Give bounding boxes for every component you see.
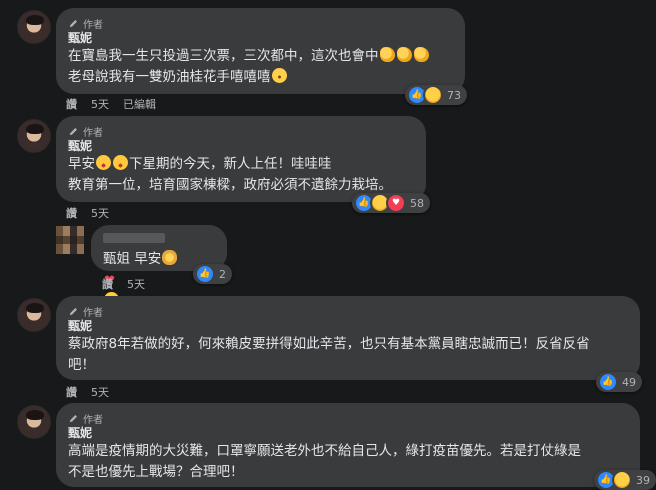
reaction-count: 73 (447, 88, 461, 102)
comment-line: 下星期的今天，新人上任！哇哇哇 (129, 156, 332, 172)
clapping-hands-icon (413, 47, 429, 62)
reaction-summary[interactable]: 👍 49 (596, 372, 642, 392)
commenter-name[interactable]: 甄妮 (68, 138, 414, 154)
like-button[interactable]: 讚 (102, 276, 113, 292)
teary-face-icon (271, 68, 287, 83)
reaction-count: 39 (636, 473, 650, 487)
reaction-summary[interactable]: 👍 2 (193, 264, 232, 284)
comment-bubble: 作者 甄妮 在寶島我一生只投過三次票，三次都中，這次也會中 老母說我有一雙奶油桂… (56, 8, 465, 94)
avatar[interactable] (17, 298, 51, 332)
ok-hand-icon (162, 250, 178, 265)
reaction-summary[interactable]: 👍 ♥ 58 (352, 193, 430, 213)
pencil-icon (69, 414, 77, 422)
comment-actions: 讚 5天 (102, 276, 145, 292)
comment-line: 高端是疫情期的大災難，口罩寧願送老外也不給自己人，綠打疫苗優先。若是打仗綠是 (68, 443, 581, 459)
like-button[interactable]: 讚 (66, 384, 77, 400)
comment-line: 甄姐 早安 (103, 251, 162, 267)
comment-bubble: 作者 甄妮 蔡政府8年若做的好，何來賴皮要拼得如此辛苦，也只有基本黨員瞎忠誠而已… (56, 296, 640, 380)
clapping-hands-icon (379, 47, 395, 62)
reaction-count: 2 (219, 267, 226, 281)
author-badge: 作者 (68, 411, 628, 426)
comment-text: 高端是疫情期的大災難，口罩寧願送老外也不給自己人，綠打疫苗優先。若是打仗綠是 不… (68, 441, 628, 483)
reaction-summary[interactable]: 👍 73 (405, 85, 467, 105)
author-badge-label: 作者 (83, 307, 103, 319)
author-badge-label: 作者 (83, 414, 103, 426)
heart-icon: ♥ (386, 193, 406, 213)
timestamp[interactable]: 5天 (91, 384, 109, 400)
timestamp[interactable]: 5天 (91, 96, 109, 112)
pencil-icon (69, 127, 77, 135)
thumbs-up-icon: 👍 (195, 264, 215, 284)
comment-actions: 讚 5天 已編輯 (66, 96, 156, 112)
avatar[interactable] (17, 10, 51, 44)
avatar[interactable] (17, 119, 51, 153)
comment-line: 吧！ (68, 357, 95, 373)
comment-line: 早安 (68, 156, 95, 172)
pencil-icon (69, 307, 77, 315)
care-face-icon (612, 470, 632, 490)
comment-line: 老母說我有一雙奶油桂花手嘻嘻嘻 (68, 69, 271, 85)
comment-bubble: 作者 甄妮 早安 下星期的今天，新人上任！哇哇哇 教育第一位，培育國家棟樑，政府必… (56, 116, 426, 202)
edited-label: 已編輯 (123, 98, 156, 111)
pencil-icon (69, 19, 77, 27)
smiling-face-hearts-icon (96, 155, 111, 170)
reaction-summary[interactable]: 👍 39 (594, 470, 656, 490)
author-badge: 作者 (68, 304, 628, 319)
comment-text: 在寶島我一生只投過三次票，三次都中，這次也會中 老母說我有一雙奶油桂花手嘻嘻嘻 (68, 46, 453, 88)
comment-line: 不是也優先上戰場？合理吧！ (68, 464, 244, 480)
author-badge-label: 作者 (83, 127, 103, 139)
comment-line: 蔡政府8年若做的好，何來賴皮要拼得如此辛苦，也只有基本黨員瞎忠誠而已！反省反省 (68, 336, 590, 352)
comment-text: 蔡政府8年若做的好，何來賴皮要拼得如此辛苦，也只有基本黨員瞎忠誠而已！反省反省 … (68, 334, 628, 376)
author-badge-label: 作者 (83, 19, 103, 31)
comment-actions: 讚 5天 (66, 205, 109, 221)
commenter-name-blurred[interactable] (103, 233, 165, 243)
timestamp[interactable]: 5天 (127, 276, 145, 292)
care-face-icon (423, 85, 443, 105)
like-button[interactable]: 讚 (66, 205, 77, 221)
like-button[interactable]: 讚 (66, 96, 77, 112)
commenter-name[interactable]: 甄妮 (68, 30, 453, 46)
author-badge: 作者 (68, 124, 414, 139)
commenter-name[interactable]: 甄妮 (68, 425, 628, 441)
commenter-name[interactable]: 甄妮 (68, 318, 628, 334)
comment-actions: 讚 5天 (66, 384, 109, 400)
avatar[interactable] (56, 226, 84, 254)
reaction-count: 49 (622, 375, 636, 389)
smiling-face-hearts-icon (113, 155, 128, 170)
author-badge: 作者 (68, 16, 453, 31)
comment-bubble: 作者 甄妮 高端是疫情期的大災難，口罩寧願送老外也不給自己人，綠打疫苗優先。若是… (56, 403, 640, 487)
thumbs-up-icon: 👍 (598, 372, 618, 392)
reaction-count: 58 (410, 196, 424, 210)
timestamp[interactable]: 5天 (91, 205, 109, 221)
comment-text: 早安 下星期的今天，新人上任！哇哇哇 教育第一位，培育國家棟樑，政府必須不遺餘力栽… (68, 154, 414, 196)
avatar[interactable] (17, 405, 51, 439)
clapping-hands-icon (396, 47, 412, 62)
comment-line: 在寶島我一生只投過三次票，三次都中，這次也會中 (68, 48, 379, 64)
